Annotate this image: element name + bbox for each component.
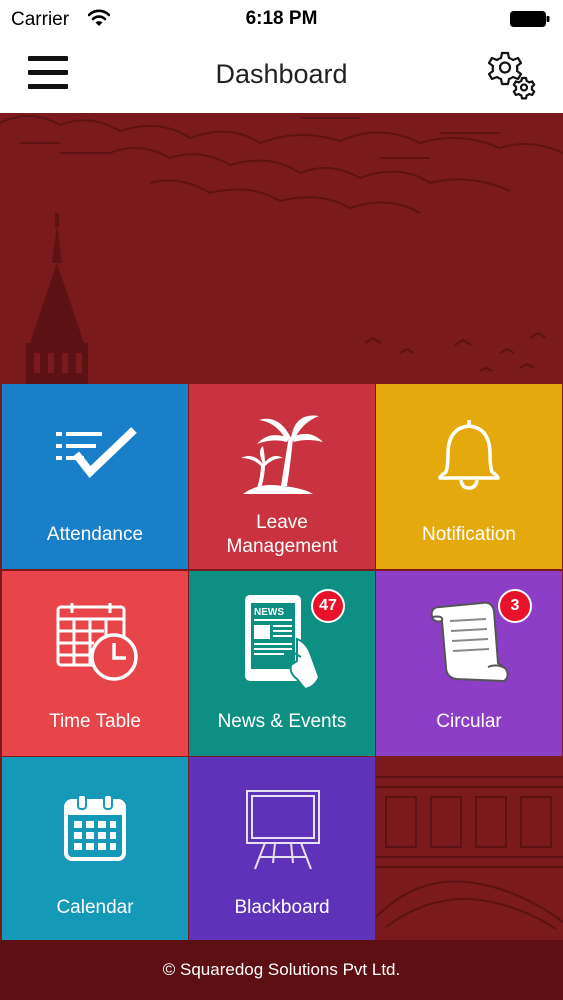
tile-attendance-label: Attendance [46, 524, 144, 545]
battery-icon [510, 11, 550, 27]
news-events-badge: 47 [311, 589, 345, 623]
tile-notification-label: Notification [422, 524, 516, 545]
footer-copyright: © Squaredog Solutions Pvt Ltd. [0, 940, 563, 1000]
campus-sketch-illustration [0, 113, 563, 384]
clock-time: 6:18 PM [245, 8, 318, 29]
palm-island-icon [241, 415, 323, 494]
tile-blackboard-label: Blackboard [234, 897, 330, 918]
tile-time-table[interactable]: Time Table [2, 571, 188, 756]
building-sketch-illustration [376, 776, 563, 930]
blackboard-icon [246, 790, 320, 870]
tile-circular[interactable]: 3 Circular [376, 571, 562, 756]
tile-leave-management-label-line1: Leave [256, 512, 308, 533]
calendar-icon [64, 794, 126, 861]
tile-blackboard[interactable]: Blackboard [189, 757, 375, 942]
tile-time-table-label: Time Table [49, 711, 141, 732]
checklist-icon [56, 427, 137, 478]
tile-calendar-label: Calendar [56, 897, 134, 918]
hero-background [0, 113, 563, 384]
tile-attendance[interactable]: Attendance [2, 384, 188, 569]
navigation-bar: Dashboard [0, 40, 563, 113]
tile-leave-management[interactable]: Leave Management [189, 384, 375, 569]
tile-news-events-label: News & Events [217, 711, 347, 732]
tile-leave-management-label-line2: Management [226, 536, 338, 557]
dashboard-grid: Attendance Leave Management Notification… [0, 384, 563, 942]
calendar-clock-icon [56, 603, 138, 681]
page-title: Dashboard [215, 59, 348, 89]
svg-text:NEWS: NEWS [254, 607, 284, 618]
tile-calendar[interactable]: Calendar [2, 757, 188, 942]
tile-circular-label: Circular [436, 711, 502, 732]
tile-news-events[interactable]: NEWS 47 News & Events [189, 571, 375, 756]
circular-badge: 3 [498, 589, 532, 623]
empty-cell-background [376, 757, 563, 940]
tile-notification[interactable]: Notification [376, 384, 562, 569]
bell-icon [438, 420, 500, 490]
status-bar: Carrier 6:18 PM [0, 0, 563, 40]
gear-icon[interactable] [485, 49, 537, 101]
